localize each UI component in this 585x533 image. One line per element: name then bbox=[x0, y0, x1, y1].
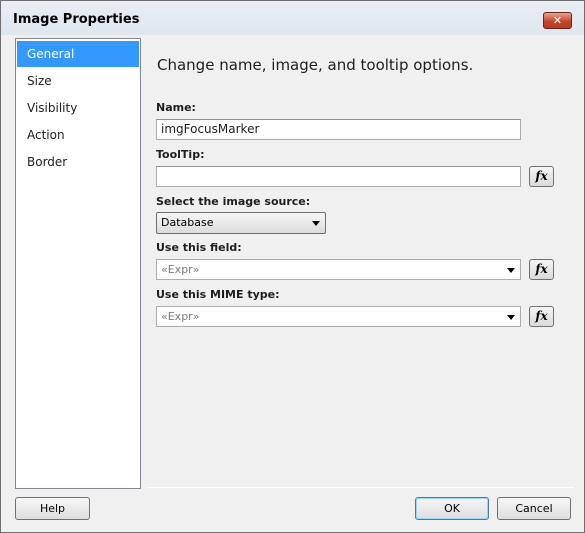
image-source-dropdown[interactable]: Database bbox=[156, 212, 326, 234]
mime-type-label: Use this MIME type: bbox=[156, 288, 280, 301]
mime-type-expression-button[interactable]: fx bbox=[529, 306, 554, 327]
ok-button[interactable]: OK bbox=[415, 497, 489, 520]
dialog-body: General Size Visibility Action Border Ch… bbox=[5, 35, 580, 529]
field-value: «Expr» bbox=[161, 263, 200, 276]
name-input[interactable]: imgFocusMarker bbox=[156, 119, 521, 140]
image-source-value: Database bbox=[161, 216, 214, 229]
function-icon: fx bbox=[535, 262, 548, 276]
close-button[interactable]: ✕ bbox=[543, 12, 572, 29]
nav-item-general[interactable]: General bbox=[17, 41, 139, 67]
dialog-title: Image Properties bbox=[13, 12, 140, 27]
field-combo[interactable]: «Expr» bbox=[156, 259, 521, 280]
tooltip-input[interactable] bbox=[156, 166, 521, 187]
nav-item-border[interactable]: Border bbox=[17, 149, 139, 175]
image-source-label: Select the image source: bbox=[156, 195, 311, 208]
chevron-down-icon bbox=[312, 221, 320, 226]
page-heading: Change name, image, and tooltip options. bbox=[157, 56, 474, 74]
chevron-down-icon[interactable] bbox=[507, 268, 515, 273]
cancel-button[interactable]: Cancel bbox=[497, 497, 571, 520]
nav-item-visibility[interactable]: Visibility bbox=[17, 95, 139, 121]
help-button[interactable]: Help bbox=[15, 497, 90, 520]
page-list: General Size Visibility Action Border bbox=[15, 38, 141, 489]
nav-item-action[interactable]: Action bbox=[17, 122, 139, 148]
image-properties-dialog: Image Properties ✕ General Size Visibili… bbox=[0, 0, 585, 533]
footer-divider bbox=[147, 487, 574, 488]
chevron-down-icon[interactable] bbox=[507, 315, 515, 320]
tooltip-label: ToolTip: bbox=[156, 148, 205, 161]
mime-type-combo[interactable]: «Expr» bbox=[156, 306, 521, 327]
mime-type-value: «Expr» bbox=[161, 310, 200, 323]
nav-item-size[interactable]: Size bbox=[17, 68, 139, 94]
field-expression-button[interactable]: fx bbox=[529, 259, 554, 280]
name-label: Name: bbox=[156, 101, 196, 114]
function-icon: fx bbox=[535, 169, 548, 183]
function-icon: fx bbox=[535, 309, 548, 323]
title-bar[interactable]: Image Properties ✕ bbox=[1, 1, 584, 35]
close-icon: ✕ bbox=[552, 14, 563, 27]
general-page: Change name, image, and tooltip options.… bbox=[149, 38, 574, 487]
tooltip-expression-button[interactable]: fx bbox=[529, 166, 554, 187]
field-label: Use this field: bbox=[156, 241, 242, 254]
